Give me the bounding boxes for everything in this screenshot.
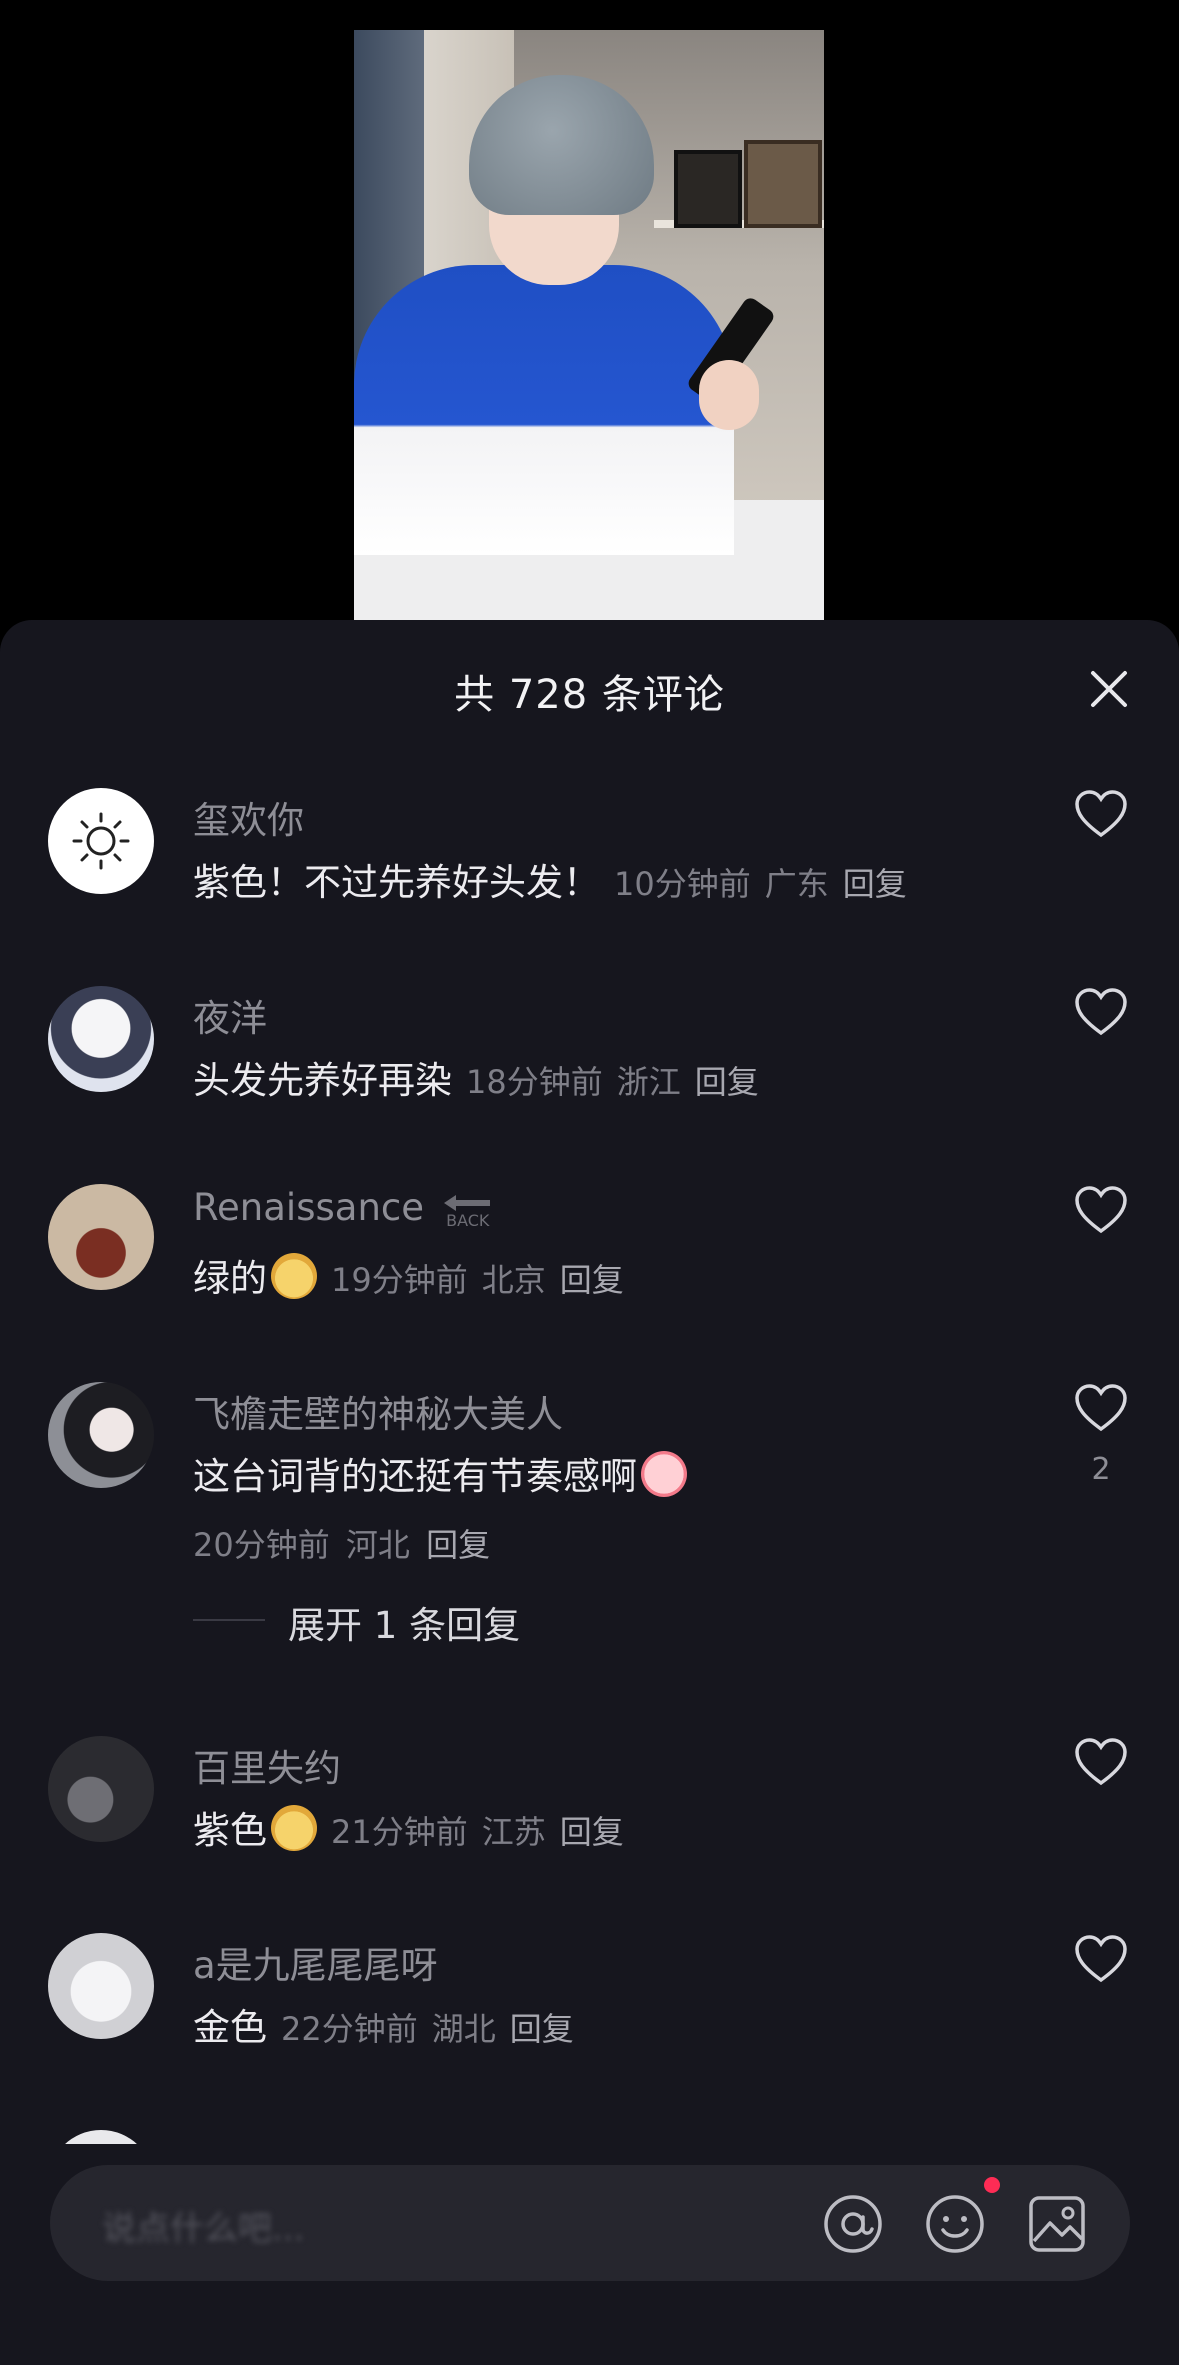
- comment-text: 紫色 21分钟前 江苏 回复: [193, 1800, 624, 1854]
- at-icon[interactable]: [822, 2193, 884, 2255]
- avatar[interactable]: [48, 1933, 154, 2039]
- comment-input[interactable]: 说点什么吧...: [102, 2201, 304, 2250]
- comment-text: 金色 22分钟前 湖北 回复: [193, 2006, 574, 2049]
- comment-item-partial: [48, 2130, 154, 2144]
- reply-button[interactable]: 回复: [843, 865, 907, 903]
- crying-emoji-icon: [641, 1451, 687, 1497]
- comment-time: 19分钟前: [331, 1261, 468, 1299]
- avatar[interactable]: [48, 1382, 154, 1488]
- comment-username[interactable]: Renaissance BACK: [193, 1186, 494, 1229]
- comment-text: 紫色！不过先养好头发！ 10分钟前 广东 回复: [193, 861, 907, 904]
- reply-button[interactable]: 回复: [560, 1813, 624, 1851]
- comment-username[interactable]: 飞檐走壁的神秘大美人: [193, 1384, 563, 1438]
- back-arrow-icon: [443, 1195, 490, 1211]
- reply-button[interactable]: 回复: [426, 1526, 490, 1564]
- image-icon[interactable]: [1026, 2193, 1088, 2255]
- heart-icon[interactable]: [1073, 1184, 1129, 1236]
- comment-location: 江苏: [481, 1813, 546, 1851]
- heart-icon[interactable]: [1073, 986, 1129, 1038]
- comment-username[interactable]: 夜洋: [193, 988, 267, 1042]
- comment-location: 北京: [481, 1261, 546, 1299]
- reply-button[interactable]: 回复: [560, 1261, 624, 1299]
- reply-button[interactable]: 回复: [510, 2010, 574, 2048]
- comment-username[interactable]: a是九尾尾尾呀: [193, 1935, 438, 1989]
- comment-text: 头发先养好再染 18分钟前 浙江 回复: [193, 1059, 759, 1102]
- divider: [193, 1619, 265, 1621]
- avatar[interactable]: [48, 986, 154, 1092]
- video-preview[interactable]: [354, 30, 824, 622]
- comment-username[interactable]: 百里失约: [193, 1738, 341, 1792]
- back-badge: BACK: [442, 1193, 494, 1229]
- comment-time: 18分钟前: [466, 1063, 603, 1101]
- comment-time: 22分钟前: [281, 2010, 418, 2048]
- comment-location: 广东: [764, 865, 829, 903]
- avatar[interactable]: [48, 788, 154, 894]
- like-count: 2: [1091, 1452, 1111, 1487]
- comment-location: 浙江: [616, 1063, 681, 1101]
- comment-time: 21分钟前: [331, 1813, 468, 1851]
- comment-meta: 20分钟前 河北 回复: [193, 1520, 490, 1566]
- comment-text: 绿的 19分钟前 北京 回复: [193, 1248, 624, 1302]
- comment-username[interactable]: 玺欢你: [193, 790, 304, 844]
- close-icon[interactable]: [1085, 665, 1133, 713]
- comments-title: 共 728 条评论: [454, 672, 725, 718]
- heart-icon[interactable]: [1073, 788, 1129, 840]
- comment-location: 湖北: [431, 2010, 496, 2048]
- dog-emoji-icon: [271, 1253, 317, 1299]
- comment-location: 河北: [345, 1526, 410, 1564]
- reply-button[interactable]: 回复: [695, 1063, 759, 1101]
- comment-text: 这台词背的还挺有节奏感啊: [193, 1446, 687, 1500]
- comment-time: 10分钟前: [614, 865, 751, 903]
- comments-sheet: 共 728 条评论 玺欢你 紫色！不过先养好头发！ 10分钟前 广东 回复 夜洋…: [0, 620, 1179, 2365]
- emoji-icon[interactable]: [924, 2193, 986, 2255]
- dog-emoji-icon: [271, 1805, 317, 1851]
- heart-icon[interactable]: [1073, 1736, 1129, 1788]
- avatar[interactable]: [48, 1184, 154, 1290]
- avatar[interactable]: [48, 1736, 154, 1842]
- comment-time: 20分钟前: [193, 1526, 330, 1564]
- notification-dot: [984, 2177, 1000, 2193]
- comment-input-bar[interactable]: 说点什么吧...: [50, 2165, 1130, 2281]
- expand-replies-label[interactable]: 展开 1 条回复: [288, 1595, 520, 1649]
- heart-icon[interactable]: [1073, 1382, 1129, 1434]
- heart-icon[interactable]: [1073, 1933, 1129, 1985]
